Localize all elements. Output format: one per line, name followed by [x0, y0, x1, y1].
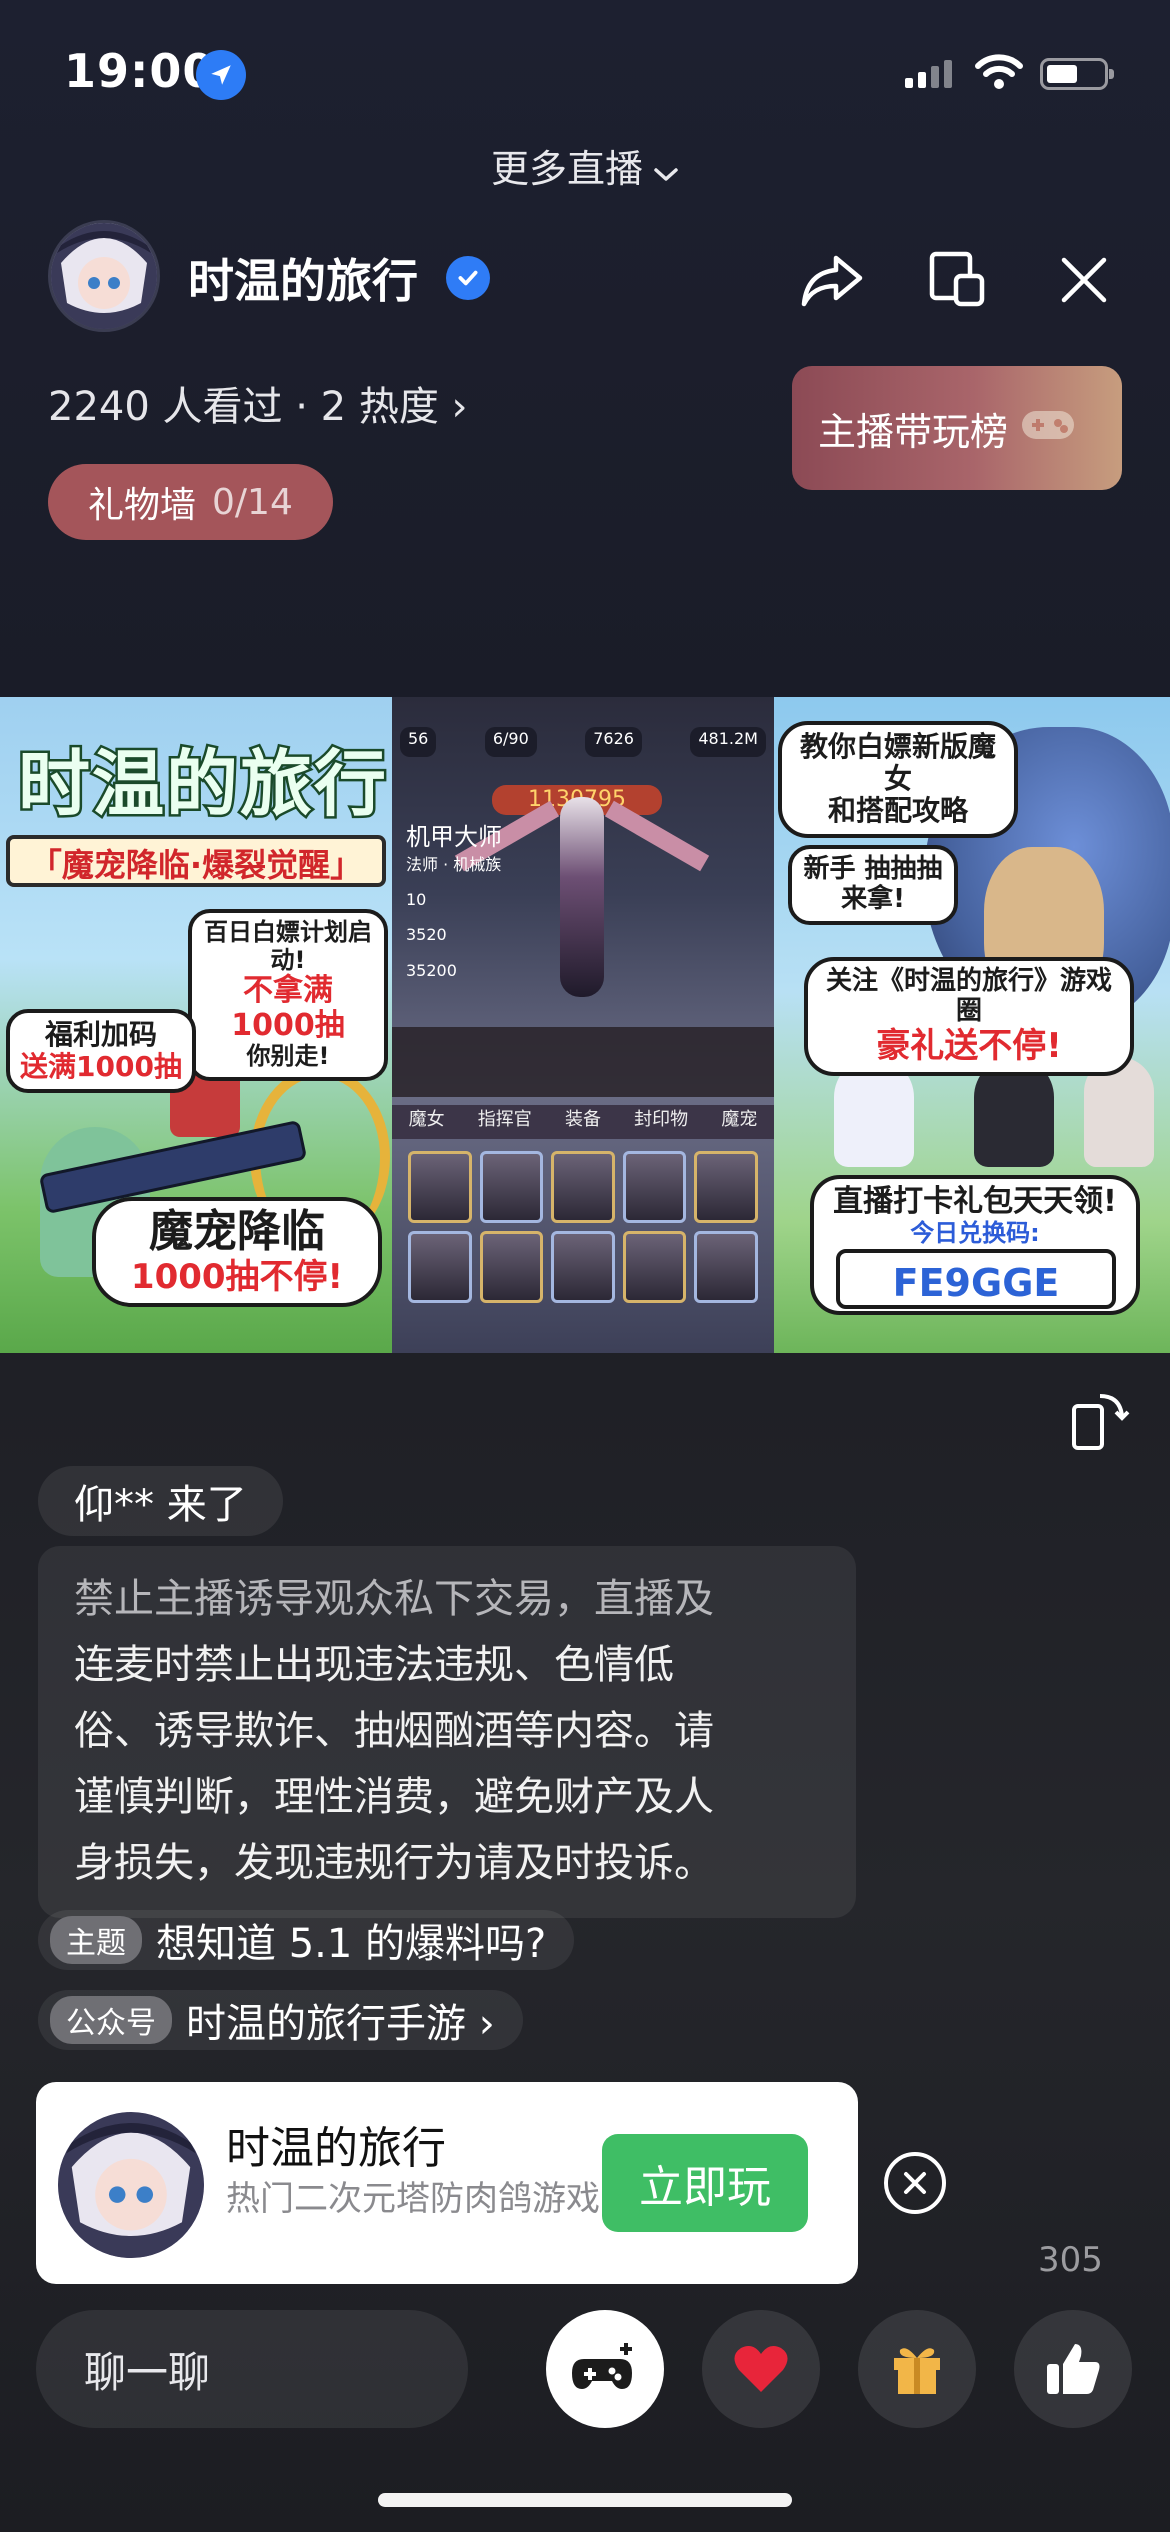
streamer-game-rank-button[interactable]: 主播带玩榜: [792, 366, 1122, 490]
bubble-text: 新手 抽抽抽: [803, 854, 943, 884]
bubble-text: 福利加码: [44, 1018, 157, 1051]
status-time: 19:00: [64, 44, 216, 98]
close-card-icon[interactable]: [884, 2152, 946, 2214]
mech-angel-character-art: [454, 787, 710, 1027]
bubble-text: 你别走!: [246, 1042, 330, 1071]
bubble-text: 直播打卡礼包天天领!: [833, 1184, 1117, 1219]
verified-badge-icon: [446, 256, 490, 300]
more-live-label: 更多直播: [490, 147, 643, 191]
promo-bubble-newbie: 新手 抽抽抽 来拿!: [788, 845, 958, 925]
game-level: 56: [400, 727, 437, 757]
game-character-grid: [408, 1151, 758, 1303]
gamepad-icon: [1018, 399, 1078, 458]
game-tab: 封印物: [634, 1109, 689, 1130]
thumbs-up-icon: [1047, 2344, 1100, 2394]
promo-bubble-plan: 百日白嫖计划启动! 不拿满1000抽 你别走!: [188, 909, 388, 1081]
gift-button[interactable]: [858, 2310, 976, 2428]
cellular-signal-icon: [905, 60, 952, 88]
official-account-tag: 公众号: [50, 1996, 172, 2044]
promo-panel-right: 教你白嫖新版魔女 和搭配攻略 新手 抽抽抽 来拿! 关注《时温的旅行》游戏圈 豪…: [774, 697, 1170, 1353]
user-enter-message: 仰** 来了: [38, 1466, 283, 1536]
bubble-text: 豪礼送不停!: [876, 1025, 1062, 1066]
gift-wall-label: 礼物墙: [88, 485, 197, 526]
promo-panel-left: 时温的旅行 「魔宠降临·爆裂觉醒」 百日白嫖计划启动! 不拿满1000抽 你别走…: [0, 697, 392, 1353]
streamer-avatar[interactable]: [48, 220, 160, 332]
rank-button-label: 主播带玩榜: [818, 409, 1009, 454]
game-energy: 6/90: [484, 727, 537, 757]
notice-line: 身损失，发现违规行为请及时投诉。: [74, 1840, 714, 1886]
like-button[interactable]: [1014, 2310, 1132, 2428]
streamer-name[interactable]: 时温的旅行: [188, 245, 418, 311]
bubble-text: 和搭配攻略: [827, 794, 968, 828]
bubble-text: 不拿满1000抽: [231, 973, 345, 1043]
close-icon[interactable]: [1048, 244, 1120, 316]
game-resource-bar: 56 6/90 7626 481.2M: [400, 727, 766, 757]
redeem-code: FE9GGE: [836, 1249, 1116, 1309]
game-tab: 装备: [564, 1109, 601, 1130]
game-stat-line: 35200: [406, 960, 457, 980]
bubble-text: 送满1000抽: [20, 1050, 182, 1084]
wifi-icon: [974, 52, 1024, 96]
viewer-stats[interactable]: 2240 人看过 · 2 热度 ›: [48, 374, 468, 432]
game-stat-line: 10: [406, 890, 427, 910]
promo-bubble-guide: 教你白嫖新版魔女 和搭配攻略: [778, 721, 1018, 838]
heart-button[interactable]: [702, 2310, 820, 2428]
location-icon: [196, 50, 246, 100]
notice-line: 连麦时禁止出现违法违规、色情低: [74, 1642, 674, 1688]
game-tab: 指挥官: [477, 1109, 532, 1130]
game-stat-line: 法师 · 机械族: [406, 855, 502, 874]
like-count: 305: [1038, 2240, 1103, 2280]
official-account-link[interactable]: 公众号 时温的旅行手游 ›: [38, 1990, 523, 2050]
game-controller-button[interactable]: [546, 2310, 664, 2428]
game-description: 热门二次元塔防肉鸽游戏: [226, 2179, 600, 2219]
bubble-text: 来拿!: [841, 883, 905, 914]
bubble-text: 今日兑换码:: [910, 1218, 1040, 1247]
promo-title: 时温的旅行: [15, 740, 389, 829]
screen-cast-icon[interactable]: [922, 244, 994, 316]
gift-icon: [894, 2348, 940, 2394]
more-live-dropdown[interactable]: 更多直播: [0, 138, 1170, 194]
game-title: 时温的旅行: [226, 2123, 446, 2174]
official-account-text: 时温的旅行手游 ›: [186, 2001, 495, 2047]
chat-input[interactable]: 聊一聊: [36, 2310, 468, 2428]
notice-line: 禁止主播诱导观众私下交易，直播及: [74, 1576, 714, 1622]
heart-icon: [734, 2346, 788, 2392]
promo-bubble-follow: 关注《时温的旅行》游戏圈 豪礼送不停!: [804, 957, 1134, 1076]
game-skill-bar: [392, 1027, 774, 1097]
bubble-text: 百日白嫖计划启动!: [204, 918, 372, 974]
battery-icon: [1040, 58, 1114, 90]
bubble-text: 教你白嫖新版魔女: [799, 730, 996, 796]
gameplay-panel: 56 6/90 7626 481.2M 1130795 机甲大师 法师 · 机械…: [392, 697, 774, 1353]
topic-tag: 主题: [50, 1916, 142, 1964]
live-video-player[interactable]: 时温的旅行 「魔宠降临·爆裂觉醒」 百日白嫖计划启动! 不拿满1000抽 你别走…: [0, 697, 1170, 1353]
chevron-down-icon: [653, 150, 679, 194]
topic-message[interactable]: 主题 想知道 5.1 的爆料吗?: [38, 1910, 575, 1970]
topic-text: 想知道 5.1 的爆料吗?: [156, 1921, 547, 1967]
game-stat-line: 3520: [406, 925, 447, 945]
game-avatar: [58, 2112, 204, 2258]
game-tab: 魔宠: [721, 1109, 758, 1130]
game-gems: 7626: [585, 727, 642, 757]
promo-subtitle: 「魔宠降临·爆裂觉醒」: [6, 835, 386, 887]
notice-line: 俗、诱导欺诈、抽烟酗酒等内容。请: [74, 1708, 714, 1754]
game-gold: 481.2M: [690, 727, 766, 757]
home-indicator[interactable]: [378, 2493, 792, 2507]
platform-notice: 禁止主播诱导观众私下交易，直播及 连麦时禁止出现违法违规、色情低 俗、诱导欺诈、…: [38, 1546, 856, 1918]
gift-wall-button[interactable]: 礼物墙 0/14: [48, 464, 333, 540]
bubble-text: 关注《时温的旅行》游戏圈: [825, 966, 1112, 1026]
rotate-screen-icon[interactable]: [1066, 1390, 1130, 1458]
gift-wall-count: 0/14: [212, 481, 293, 523]
game-side-stats: 法师 · 机械族 10 3520 35200: [406, 847, 501, 988]
share-icon[interactable]: [796, 244, 868, 316]
game-controller-icon: [572, 2343, 632, 2389]
notice-line: 谨慎判断，理性消费，避免财产及人: [74, 1774, 714, 1820]
promo-bubble-pets: 魔宠降临 1000抽不停!: [92, 1197, 382, 1307]
game-tab: 魔女: [408, 1109, 445, 1130]
game-tab-bar: 魔女 指挥官 装备 封印物 魔宠: [392, 1105, 774, 1139]
bubble-text: 1000抽不停!: [130, 1256, 344, 1297]
game-promo-card[interactable]: 时温的旅行 热门二次元塔防肉鸽游戏 立即玩: [36, 2082, 858, 2284]
bubble-text: 魔宠降临: [149, 1206, 325, 1257]
play-now-button[interactable]: 立即玩: [602, 2134, 808, 2232]
promo-bubble-bonus: 福利加码 送满1000抽: [6, 1009, 196, 1094]
